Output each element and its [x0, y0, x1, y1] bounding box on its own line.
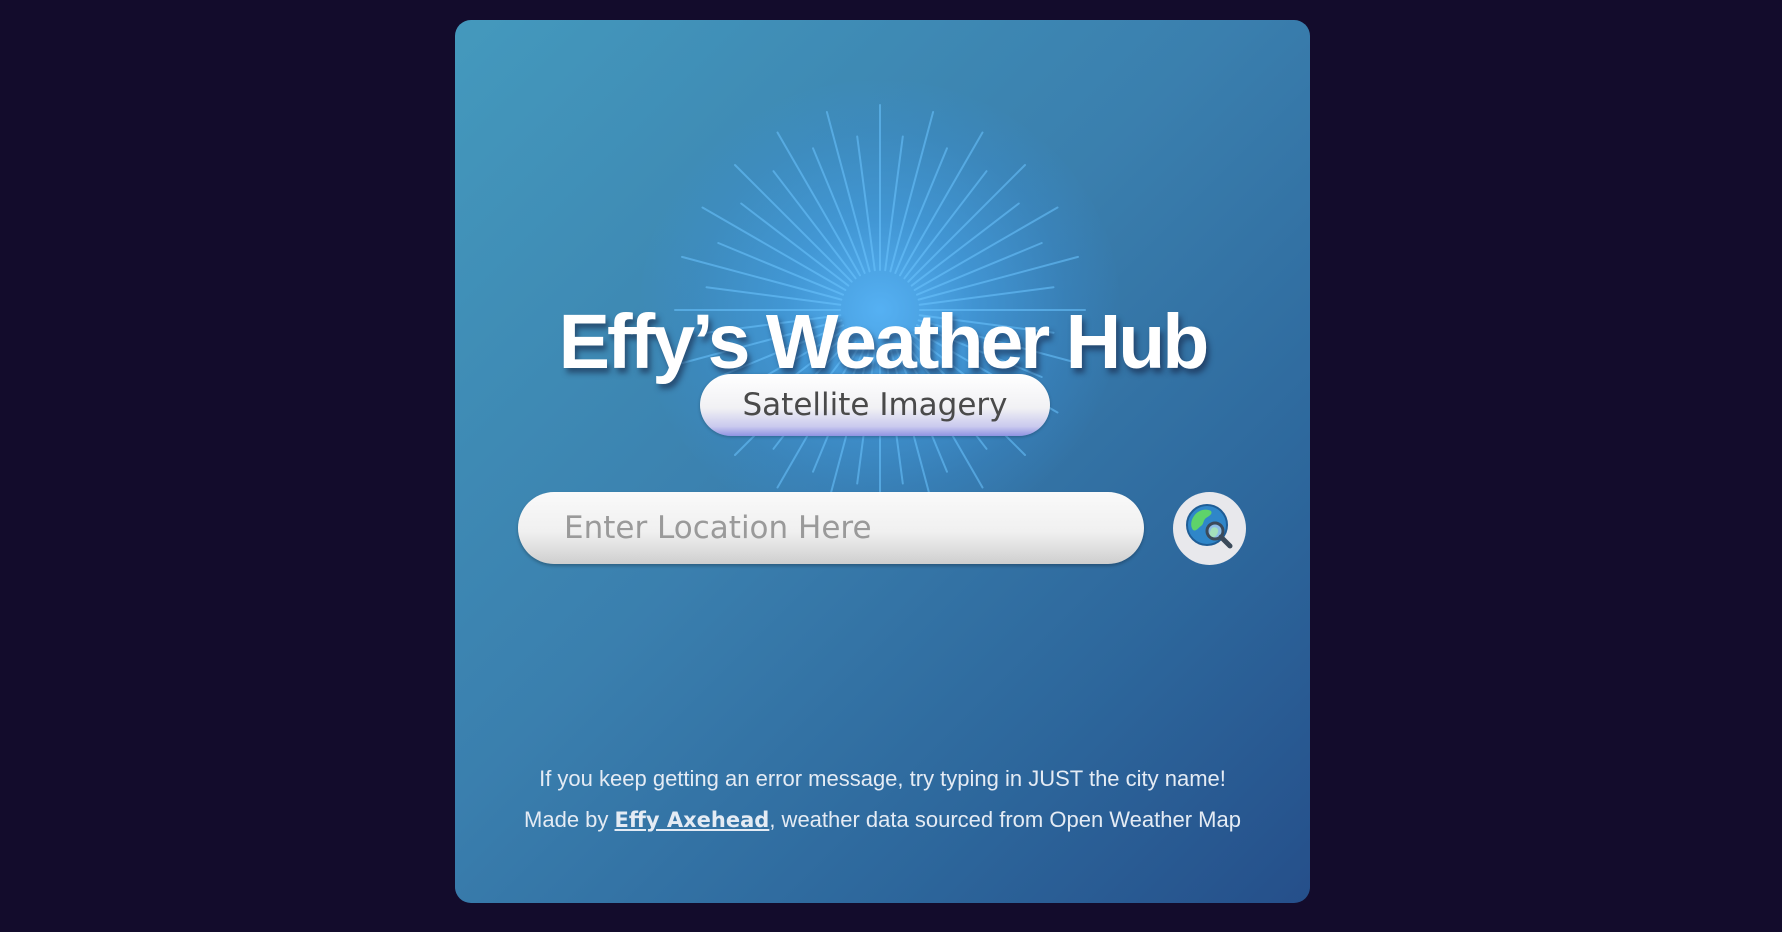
sunburst-ray	[825, 111, 871, 273]
author-link[interactable]: Effy Axehead	[615, 808, 770, 832]
sunburst-ray	[899, 131, 984, 277]
sunburst-ray	[894, 147, 948, 274]
sunburst-ray	[903, 170, 988, 280]
weather-card: Effy’s Weather Hub Satellite Imagery If …	[455, 20, 1310, 903]
page-title: Effy’s Weather Hub	[558, 298, 1210, 385]
credits-line: Made by Effy Axehead, weather data sourc…	[455, 809, 1310, 831]
search-box	[518, 492, 1144, 564]
sunburst-ray	[913, 206, 1059, 291]
satellite-imagery-button[interactable]: Satellite Imagery	[700, 374, 1050, 436]
sunburst-ray	[884, 135, 904, 272]
sunburst-ray	[917, 255, 1079, 301]
sunburst-ray	[701, 206, 847, 291]
location-search-input[interactable]	[518, 492, 1144, 564]
sunburst-ray	[812, 147, 866, 274]
credits-prefix: Made by	[524, 807, 615, 832]
sunburst-ray	[776, 131, 861, 277]
sunburst-ray	[717, 242, 844, 296]
search-button[interactable]	[1173, 492, 1246, 565]
sunburst-ray	[889, 111, 935, 273]
globe-search-icon	[1186, 504, 1233, 549]
sunburst-ray	[916, 242, 1043, 296]
sunburst-ray	[681, 255, 843, 301]
sunburst-ray	[740, 202, 850, 287]
sunburst-ray	[856, 135, 876, 272]
error-hint-text: If you keep getting an error message, tr…	[539, 766, 1226, 791]
sunburst-ray	[907, 164, 1026, 283]
sunburst-ray	[772, 170, 857, 280]
sunburst-ray	[734, 164, 853, 283]
credits-suffix: , weather data sourced from Open Weather…	[769, 807, 1241, 832]
sunburst-ray	[910, 202, 1020, 287]
